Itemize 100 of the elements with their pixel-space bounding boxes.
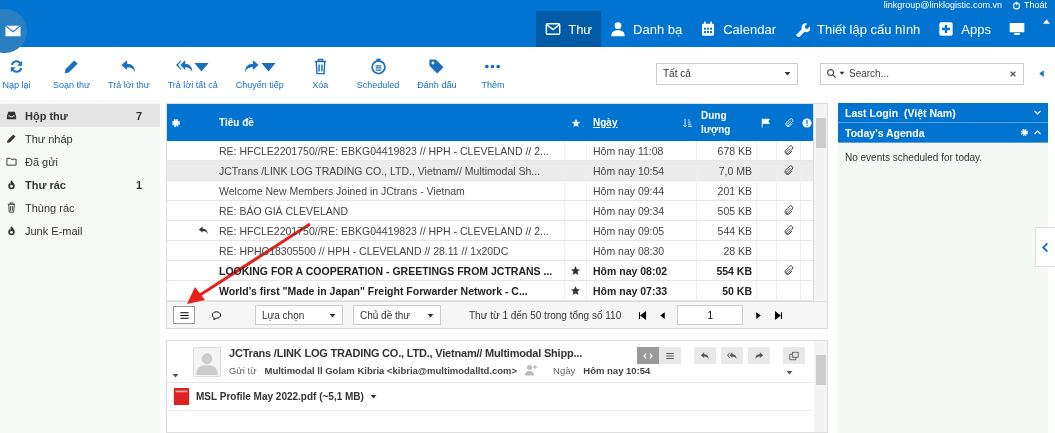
toolbar-button[interactable]: Trả lời tất cả <box>163 57 222 90</box>
avatar-silhouette <box>193 347 221 377</box>
pencil-icon <box>63 58 81 75</box>
scrollbar[interactable] <box>814 341 827 432</box>
paperclip-icon[interactable] <box>784 117 794 128</box>
sort-icon[interactable] <box>683 117 693 128</box>
toolbar-button[interactable]: Chuyển tiếp <box>231 57 288 90</box>
popout-button[interactable] <box>783 347 805 364</box>
reply-all-button[interactable] <box>721 347 743 364</box>
sender-address[interactable]: Multimodal ll Golam Kibria <kibria@multimodalltd.com> <box>264 364 518 376</box>
last-page-icon[interactable] <box>773 310 783 320</box>
unread-count: 1 <box>135 178 142 191</box>
folder-item[interactable]: Thư rác 1 <box>0 173 160 196</box>
paperclip-icon <box>783 265 794 276</box>
folder-item[interactable]: Thùng rác <box>0 196 160 219</box>
filter-dropdown[interactable]: Tất cả <box>656 62 798 85</box>
search-icon[interactable] <box>826 67 837 79</box>
message-row[interactable]: JCTrans /LINK LOG TRADING CO., LTD., Vietnam// Multimodal Sh... Hôm nay 10:54 7,0 MB <box>167 161 813 181</box>
email-date: Hôm nay 10:54 <box>583 364 651 376</box>
folder-item[interactable]: Junk E-mail <box>0 219 160 242</box>
trash-icon <box>6 202 17 213</box>
list-icon <box>178 309 190 321</box>
flag-icon[interactable] <box>761 117 771 128</box>
nav-tab[interactable]: Danh bạ <box>601 11 692 47</box>
folder-item[interactable]: Hộp thư 7 <box>0 104 160 127</box>
toolbar-button[interactable]: Đánh dấu <box>413 57 461 90</box>
size-text: 544 KB <box>697 221 757 240</box>
toolbar-button[interactable]: Trả lời thư <box>104 57 154 90</box>
nav-tab[interactable]: Apps <box>929 11 1000 47</box>
nav-tab[interactable]: Calendar <box>691 11 785 47</box>
thread-dropdown[interactable]: Chủ đề thư <box>353 305 441 325</box>
toolbar-button[interactable]: Nạp lại <box>0 57 39 90</box>
logout-link[interactable]: Thoát <box>1012 0 1047 10</box>
user-email: linkgroup@linklogistic.com.vn <box>883 0 1002 10</box>
nav-tab[interactable]: Thiết lập cấu hình <box>785 11 930 47</box>
column-header[interactable]: Tiêu đề <box>215 104 565 141</box>
speech-bubble-icon <box>210 309 222 321</box>
select-dropdown[interactable]: Lựa chọn <box>255 305 343 325</box>
nav-tab[interactable]: Thư <box>536 11 602 47</box>
collapse-tab[interactable] <box>1035 227 1055 267</box>
paperclip-icon <box>783 145 794 156</box>
toolbar-button[interactable]: Scheduled <box>352 57 404 90</box>
star-icon[interactable] <box>571 117 581 128</box>
date-text: Hôm nay 10:54 <box>587 161 697 180</box>
reply-all-icon <box>727 350 737 361</box>
search-field[interactable]: Search... <box>820 62 1024 85</box>
calendar-icon <box>700 21 717 37</box>
list-view-button[interactable] <box>173 306 195 324</box>
size-text: 554 KB <box>697 261 757 280</box>
unread-count: 7 <box>135 109 142 122</box>
forward-icon <box>754 350 764 361</box>
attachment-link[interactable]: MSL Profile May 2022.pdf (~5,1 MB) <box>196 391 377 402</box>
triangle-up-icon[interactable] <box>1042 17 1051 26</box>
page-summary: Thư từ 1 đến 50 trong tổng số 110 <box>469 309 622 321</box>
panel-header[interactable]: Last Login (Việt Nam) <box>838 103 1048 123</box>
column-header[interactable]: Ngày <box>593 117 618 128</box>
plain-view-button[interactable] <box>659 347 681 364</box>
caret-icon <box>784 70 791 77</box>
star-icon <box>570 285 581 296</box>
size-text: 50 KB <box>697 281 757 300</box>
message-row[interactable]: RE: BÁO GIÁ CLEVELAND Hôm nay 09:34 505 KB <box>167 201 813 221</box>
forward-button[interactable] <box>748 347 770 364</box>
settings-icon[interactable] <box>1020 128 1029 137</box>
settings-icon[interactable] <box>171 117 181 128</box>
page-field[interactable]: 1 <box>677 305 744 325</box>
windows-icon <box>789 350 799 361</box>
chevron-down-icon[interactable] <box>1033 108 1042 117</box>
first-page-icon[interactable] <box>637 310 647 320</box>
toolbar-button[interactable]: Thêm <box>470 57 516 90</box>
list-icon <box>665 350 675 361</box>
plus-icon <box>938 21 955 37</box>
folder-item[interactable]: Đã gửi <box>0 150 160 173</box>
close-icon[interactable] <box>1009 69 1017 78</box>
date-text: Hôm nay 09:44 <box>587 181 697 200</box>
date-text: Hôm nay 08:02 <box>587 261 697 280</box>
triangle-left-icon[interactable] <box>1037 69 1046 78</box>
reply-button[interactable] <box>694 347 716 364</box>
from-label: Gửi từ <box>229 364 257 376</box>
paperclip-icon <box>783 205 794 216</box>
message-row[interactable]: Welcome New Members Joined in JCtrans - Vietnam Hôm nay 09:44 201 KB <box>167 181 813 201</box>
monitor-icon[interactable] <box>1009 21 1025 37</box>
panel-header[interactable]: Today's Agenda <box>838 123 1048 143</box>
caret-icon[interactable] <box>172 372 179 379</box>
column-header[interactable]: Dung lượng <box>697 104 757 141</box>
toolbar-button[interactable]: Soạn thư <box>49 57 95 90</box>
caret-icon[interactable] <box>839 70 845 76</box>
next-icon[interactable] <box>753 310 763 320</box>
chevron-up-icon[interactable] <box>1033 128 1042 137</box>
size-text: 7,0 MB <box>697 161 757 180</box>
folder-icon <box>6 156 17 167</box>
previous-icon[interactable] <box>657 310 667 320</box>
size-text: 28 KB <box>697 241 757 260</box>
scrollbar[interactable] <box>813 104 827 301</box>
size-text: 201 KB <box>697 181 757 200</box>
folder-item[interactable]: Thư nháp <box>0 127 160 150</box>
pdf-file-icon <box>173 387 190 406</box>
size-text: 678 KB <box>697 141 757 160</box>
exclamation-icon[interactable] <box>802 117 812 128</box>
caret-icon[interactable] <box>786 369 793 376</box>
toolbar-button[interactable]: Xóa <box>297 57 343 90</box>
